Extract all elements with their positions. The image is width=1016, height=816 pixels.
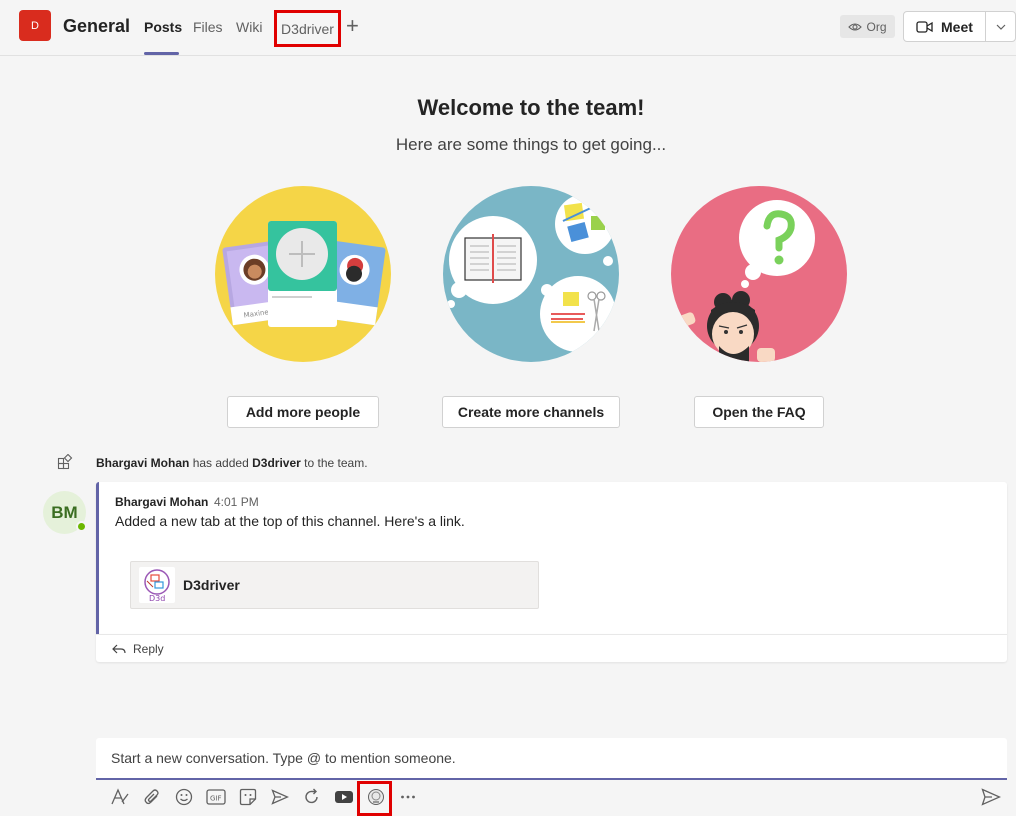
channel-header: D General Posts Files Wiki D3driver + Or…: [0, 0, 1016, 56]
eye-icon: [848, 22, 863, 31]
emoji-icon[interactable]: [173, 786, 195, 808]
welcome-subtitle: Here are some things to get going...: [395, 135, 667, 154]
reply-button[interactable]: Reply: [96, 634, 1007, 662]
tab-d3driver[interactable]: D3driver: [274, 10, 341, 47]
add-more-people-button[interactable]: Add more people: [227, 396, 379, 428]
tab-posts[interactable]: Posts: [144, 19, 182, 35]
create-channels-illustration: [443, 186, 619, 362]
presence-available-icon: [76, 521, 87, 532]
more-icon[interactable]: [397, 786, 419, 808]
add-people-illustration: Maxine ky: [215, 186, 391, 362]
chevron-down-icon[interactable]: [986, 24, 1015, 30]
tab-link-card[interactable]: D3d D3driver: [130, 561, 539, 609]
youtube-icon[interactable]: [333, 786, 355, 808]
faq-illustration: [671, 186, 847, 362]
system-message-subject: D3driver: [252, 456, 301, 470]
system-message-end: to the team.: [304, 456, 368, 470]
message-author[interactable]: Bhargavi Mohan: [115, 495, 208, 509]
meet-main[interactable]: Meet: [904, 12, 986, 41]
channel-title: General: [63, 16, 131, 36]
meet-label: Meet: [941, 18, 973, 35]
compose-placeholder: Start a new conversation. Type @ to ment…: [111, 750, 456, 766]
link-thumb-text: D3d: [149, 594, 165, 603]
org-label: Org: [866, 19, 887, 34]
svg-text:GIF: GIF: [210, 795, 222, 803]
tab-wiki[interactable]: Wiki: [236, 19, 262, 35]
create-more-channels-button[interactable]: Create more channels: [442, 396, 620, 428]
gif-icon[interactable]: GIF: [205, 786, 227, 808]
active-tab-indicator: [144, 52, 179, 55]
message-timestamp: 4:01 PM: [214, 495, 259, 509]
loop-icon[interactable]: [301, 786, 323, 808]
org-badge[interactable]: Org: [840, 15, 895, 38]
open-faq-button[interactable]: Open the FAQ: [694, 396, 824, 428]
system-message: Bhargavi Mohan has added D3driver to the…: [96, 456, 368, 470]
meet-button[interactable]: Meet: [903, 11, 1016, 42]
meet-now-icon[interactable]: [269, 786, 291, 808]
reply-label: Reply: [133, 641, 164, 656]
system-message-text: has added: [192, 456, 249, 470]
link-title: D3driver: [183, 577, 240, 593]
compose-box[interactable]: Start a new conversation. Type @ to ment…: [96, 738, 1007, 780]
plus-icon[interactable]: +: [346, 15, 359, 37]
system-message-actor[interactable]: Bhargavi Mohan: [96, 456, 189, 470]
message-card[interactable]: Bhargavi Mohan 4:01 PM Added a new tab a…: [96, 482, 1007, 634]
reply-icon: [112, 644, 126, 653]
send-icon[interactable]: [980, 786, 1002, 808]
tab-files[interactable]: Files: [193, 19, 223, 35]
message-body: Added a new tab at the top of this chann…: [115, 513, 465, 529]
video-camera-icon: [916, 20, 933, 33]
d3driver-app-highlight: [357, 781, 392, 816]
apps-added-icon: [57, 454, 73, 470]
sticker-icon[interactable]: [237, 786, 259, 808]
attach-icon[interactable]: [141, 786, 163, 808]
welcome-title: Welcome to the team!: [417, 95, 645, 120]
team-avatar[interactable]: D: [19, 10, 51, 41]
format-icon[interactable]: [109, 786, 131, 808]
d3driver-logo-icon: D3d: [139, 567, 175, 603]
